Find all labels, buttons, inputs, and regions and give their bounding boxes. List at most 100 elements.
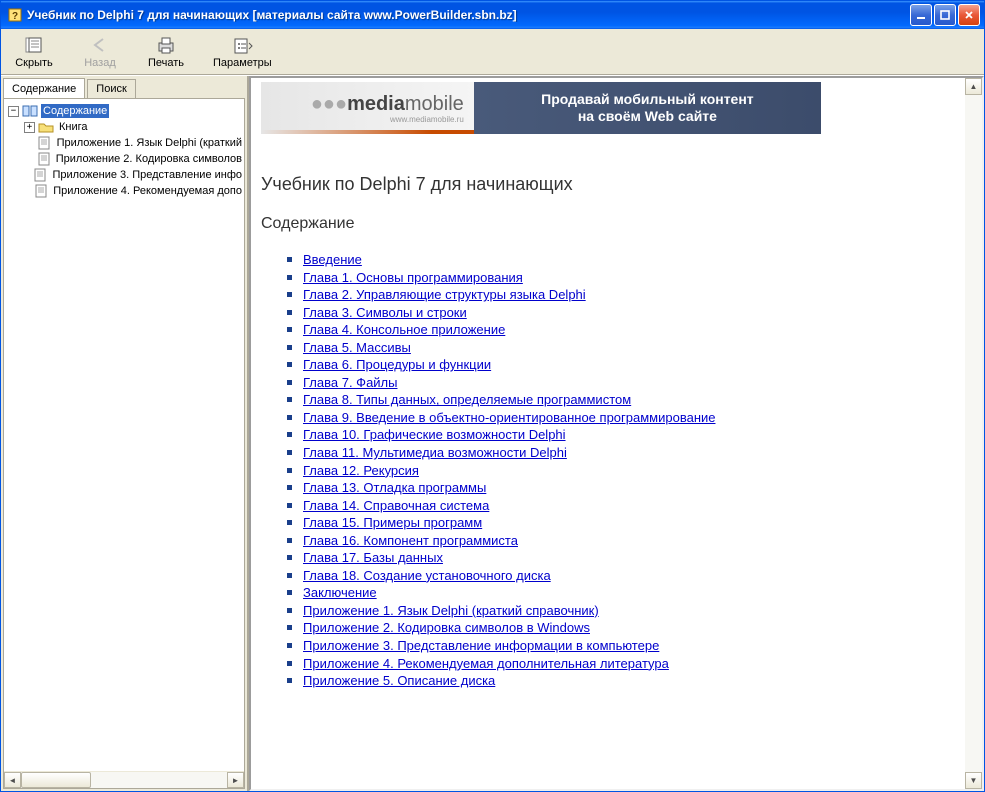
options-icon [231, 34, 253, 56]
toc-link[interactable]: Глава 12. Рекурсия [303, 463, 419, 478]
toc-item: Глава 3. Символы и строки [303, 304, 955, 322]
toc-item: Глава 12. Рекурсия [303, 462, 955, 480]
scroll-right-icon[interactable]: ► [227, 772, 244, 788]
toc-item: Глава 15. Примеры программ [303, 514, 955, 532]
tree-item-label: Приложение 4. Рекомендуемая допо [51, 184, 244, 198]
toc-link[interactable]: Глава 4. Консольное приложение [303, 322, 505, 337]
options-button[interactable]: Параметры [207, 32, 278, 71]
section-heading: Содержание [261, 215, 955, 233]
toc-item: Глава 6. Процедуры и функции [303, 356, 955, 374]
banner-brand-prefix: media [347, 93, 405, 115]
main-area: Содержание Поиск − Содержание + [1, 75, 984, 791]
tab-search[interactable]: Поиск [87, 79, 135, 99]
back-label: Назад [84, 57, 116, 69]
toc-link[interactable]: Глава 14. Справочная система [303, 498, 489, 513]
toc-item: Глава 8. Типы данных, определяемые прогр… [303, 391, 955, 409]
tree-item-label: Приложение 2. Кодировка символов [54, 152, 244, 166]
scroll-down-icon[interactable]: ▼ [965, 772, 982, 789]
app-icon: ? [7, 7, 23, 23]
toc-link[interactable]: Глава 16. Компонент программиста [303, 533, 518, 548]
toc-item: Глава 18. Создание установочного диска [303, 567, 955, 585]
expand-icon[interactable]: + [24, 122, 35, 133]
banner-line2: на своём Web сайте [482, 108, 813, 126]
toc-list: Введение Глава 1. Основы программирования… [261, 251, 955, 690]
toc-link[interactable]: Глава 15. Примеры программ [303, 515, 482, 530]
tree-appendix[interactable]: Приложение 2. Кодировка символов [4, 151, 244, 167]
toc-link[interactable]: Глава 7. Файлы [303, 375, 398, 390]
toc-link[interactable]: Глава 13. Отладка программы [303, 480, 486, 495]
scroll-up-icon[interactable]: ▲ [965, 78, 982, 95]
tree-book[interactable]: + Книга [4, 119, 244, 135]
tab-contents[interactable]: Содержание [3, 78, 85, 98]
toc-item: Глава 5. Массивы [303, 339, 955, 357]
banner-line1: Продавай мобильный контент [482, 91, 813, 109]
toc-link[interactable]: Приложение 1. Язык Delphi (краткий справ… [303, 603, 599, 618]
expand-icon[interactable]: − [8, 106, 19, 117]
tree-root-label: Содержание [41, 104, 109, 118]
hide-button[interactable]: Скрыть [9, 32, 59, 71]
toc-link[interactable]: Глава 5. Массивы [303, 340, 411, 355]
toc-link[interactable]: Введение [303, 252, 362, 267]
toc-item: Глава 17. Базы данных [303, 549, 955, 567]
folder-icon [38, 120, 54, 134]
toc-item: Глава 4. Консольное приложение [303, 321, 955, 339]
titlebar[interactable]: ? Учебник по Delphi 7 для начинающих [ма… [1, 1, 984, 29]
options-label: Параметры [213, 57, 272, 69]
close-button[interactable] [958, 4, 980, 26]
sidebar: Содержание Поиск − Содержание + [1, 76, 249, 791]
toc-link[interactable]: Глава 8. Типы данных, определяемые прогр… [303, 392, 631, 407]
toc-item: Глава 7. Файлы [303, 374, 955, 392]
banner-text: Продавай мобильный контент на своём Web … [474, 91, 821, 126]
banner-brand: ●●●mediamobile www.mediamobile.ru [261, 93, 474, 124]
scroll-thumb[interactable] [21, 772, 91, 788]
tab-search-label: Поиск [96, 83, 126, 95]
contents-tree[interactable]: − Содержание + Книга [4, 99, 244, 771]
toc-link[interactable]: Приложение 3. Представление информации в… [303, 638, 659, 653]
tree-book-label: Книга [57, 120, 90, 134]
back-icon [89, 34, 111, 56]
print-icon [155, 34, 177, 56]
page-icon [37, 136, 52, 150]
scroll-track[interactable] [965, 95, 982, 772]
back-button[interactable]: Назад [75, 32, 125, 71]
toc-item: Введение [303, 251, 955, 269]
maximize-button[interactable] [934, 4, 956, 26]
toc-link[interactable]: Глава 18. Создание установочного диска [303, 568, 551, 583]
toc-link[interactable]: Глава 1. Основы программирования [303, 270, 523, 285]
toc-item: Приложение 2. Кодировка символов в Windo… [303, 619, 955, 637]
toc-link[interactable]: Глава 3. Символы и строки [303, 305, 467, 320]
tree-appendix[interactable]: Приложение 1. Язык Delphi (краткий [4, 135, 244, 151]
toc-item: Глава 14. Справочная система [303, 497, 955, 515]
toc-link[interactable]: Приложение 4. Рекомендуемая дополнительн… [303, 656, 669, 671]
page-icon [33, 168, 47, 182]
scroll-left-icon[interactable]: ◄ [4, 772, 21, 788]
toc-link[interactable]: Приложение 2. Кодировка символов в Windo… [303, 620, 590, 635]
sidebar-hscrollbar[interactable]: ◄ ► [4, 771, 244, 788]
hide-icon [23, 34, 45, 56]
tree-root[interactable]: − Содержание [4, 103, 244, 119]
ad-banner[interactable]: ●●●mediamobile www.mediamobile.ru Продав… [261, 82, 821, 134]
minimize-button[interactable] [910, 4, 932, 26]
toc-link[interactable]: Глава 9. Введение в объектно-ориентирова… [303, 410, 715, 425]
toc-link[interactable]: Приложение 5. Описание диска [303, 673, 495, 688]
page-icon [34, 184, 48, 198]
tree-item-label: Приложение 3. Представление инфо [50, 168, 244, 182]
toc-link[interactable]: Глава 10. Графические возможности Delphi [303, 427, 566, 442]
toc-link[interactable]: Заключение [303, 585, 377, 600]
print-button[interactable]: Печать [141, 32, 191, 71]
toc-item: Заключение [303, 584, 955, 602]
toc-item: Приложение 4. Рекомендуемая дополнительн… [303, 655, 955, 673]
content-vscrollbar[interactable]: ▲ ▼ [965, 78, 982, 789]
tree-appendix[interactable]: Приложение 4. Рекомендуемая допо [4, 183, 244, 199]
svg-text:?: ? [12, 11, 18, 22]
toc-link[interactable]: Глава 6. Процедуры и функции [303, 357, 491, 372]
toc-link[interactable]: Глава 17. Базы данных [303, 550, 443, 565]
tree-appendix[interactable]: Приложение 3. Представление инфо [4, 167, 244, 183]
toc-item: Приложение 5. Описание диска [303, 672, 955, 690]
toc-link[interactable]: Глава 11. Мультимедиа возможности Delphi [303, 445, 567, 460]
content-scroll: S · F T PORTAL www.softportal.com ●●●med… [251, 78, 965, 789]
scroll-track[interactable] [21, 772, 227, 788]
toc-item: Глава 16. Компонент программиста [303, 532, 955, 550]
window-title: Учебник по Delphi 7 для начинающих [мате… [27, 8, 910, 22]
toc-link[interactable]: Глава 2. Управляющие структуры языка Del… [303, 287, 586, 302]
